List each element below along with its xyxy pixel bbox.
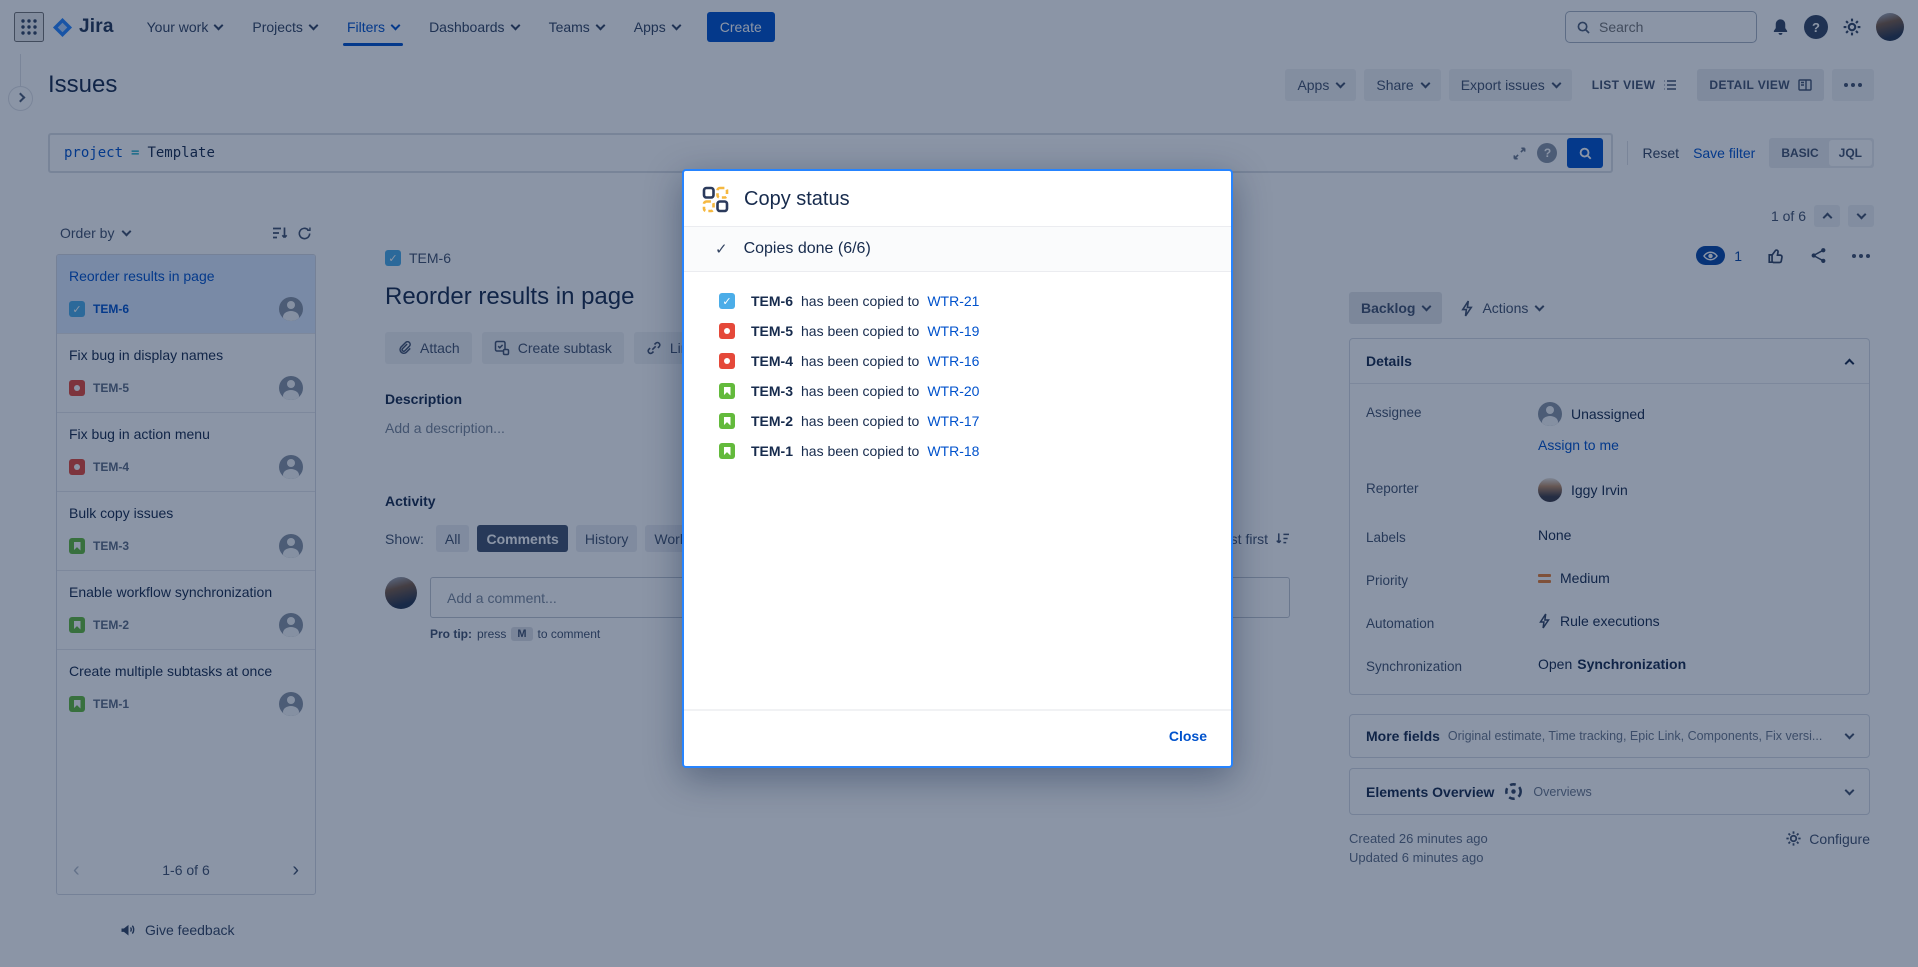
copies-done-status: Copies done (6/6) [684,226,1231,272]
copy-result-row: TEM-2 has been copied to WTR-17 [719,406,1207,436]
story-icon [719,413,735,429]
copied-issue-link[interactable]: WTR-20 [927,383,979,399]
copy-result-row: TEM-1 has been copied to WTR-18 [719,436,1207,466]
copy-result-row: TEM-3 has been copied to WTR-20 [719,376,1207,406]
copy-result-row: TEM-4 has been copied to WTR-16 [719,346,1207,376]
check-icon [715,240,728,258]
bug-icon [719,323,735,339]
copied-issue-link[interactable]: WTR-17 [927,413,979,429]
modal-header: Copy status [684,171,1231,226]
copied-issue-link[interactable]: WTR-21 [927,293,979,309]
copy-result-list: TEM-6 has been copied to WTR-21 TEM-5 ha… [684,272,1231,466]
copied-issue-link[interactable]: WTR-19 [927,323,979,339]
copy-result-row: TEM-5 has been copied to WTR-19 [719,316,1207,346]
story-icon [719,383,735,399]
close-button[interactable]: Close [1169,728,1207,744]
modal-footer: Close [684,709,1231,766]
copy-sync-app-icon [702,186,729,213]
bug-icon [719,353,735,369]
copy-status-dialog: Copy status Copies done (6/6) TEM-6 has … [682,169,1233,768]
copied-issue-link[interactable]: WTR-16 [927,353,979,369]
copied-issue-link[interactable]: WTR-18 [927,443,979,459]
story-icon [719,443,735,459]
copy-result-row: TEM-6 has been copied to WTR-21 [719,286,1207,316]
task-icon [719,293,735,309]
modal-title: Copy status [744,188,850,211]
